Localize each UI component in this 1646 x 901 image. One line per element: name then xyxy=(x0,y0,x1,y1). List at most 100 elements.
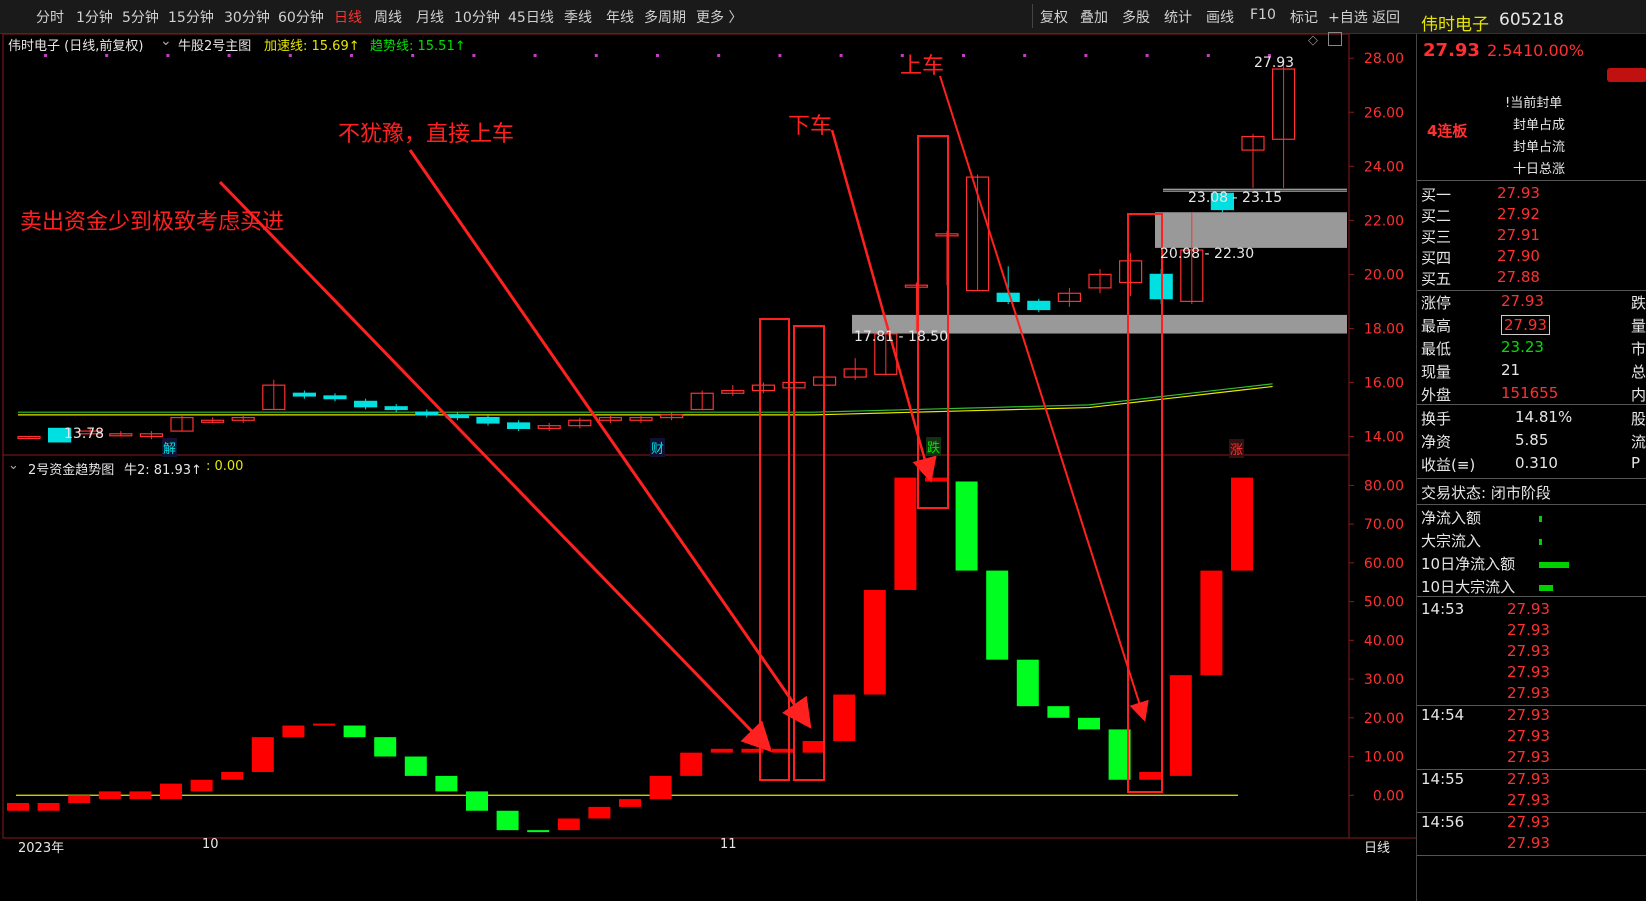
zone-label-low: 17.81 - 18.50 xyxy=(854,329,949,345)
fund-bar xyxy=(98,791,121,800)
fund-bar xyxy=(1078,717,1100,730)
tick-time-0: 14:53 xyxy=(1421,600,1465,618)
fund-bar xyxy=(557,818,580,831)
bid-price-4: 27.88 xyxy=(1497,268,1540,286)
fund-bar xyxy=(282,725,305,738)
fund-bar xyxy=(863,589,886,695)
toolbar-tab-7[interactable]: 周线 xyxy=(374,7,402,27)
signal-dot xyxy=(656,54,659,57)
stat2-label-0: 换手 xyxy=(1421,410,1452,428)
stat2-value-1: 5.85 xyxy=(1515,431,1549,449)
flow-label-2: 10日净流入额 xyxy=(1421,555,1516,573)
toolbar-tab-14[interactable]: 更多 〉 xyxy=(696,7,742,27)
fund-bar xyxy=(1200,570,1223,676)
toolbar-tab-6[interactable]: 日线 xyxy=(334,7,362,27)
toolbar-tab-2[interactable]: 5分钟 xyxy=(122,7,159,27)
toolbar-tab-13[interactable]: 多周期 xyxy=(644,7,686,27)
signal-dot xyxy=(778,54,782,57)
fund-bar xyxy=(496,810,519,831)
stat2-label-1: 净资 xyxy=(1421,433,1452,451)
toolbar-button-3[interactable]: 统计 xyxy=(1164,7,1192,27)
indicator-name[interactable]: 牛股2号主图 xyxy=(178,35,251,54)
fund-bar xyxy=(404,756,427,776)
fund-bar xyxy=(190,779,213,792)
signal-dot xyxy=(105,54,109,57)
sub-chart-title[interactable]: 2号资金趋势图 xyxy=(28,459,114,478)
close-icon[interactable] xyxy=(1328,32,1342,46)
toolbar-button-8[interactable]: 返回 xyxy=(1372,7,1400,27)
toolbar-button-1[interactable]: 叠加 xyxy=(1080,7,1108,27)
signal-dot xyxy=(166,54,170,57)
zone-label-upper: 23.08 - 23.15 xyxy=(1188,190,1283,206)
signal-dot xyxy=(1023,54,1027,57)
signal-dot xyxy=(533,54,537,57)
bid-price-1: 27.92 xyxy=(1497,205,1540,223)
diamond-icon[interactable]: ◇ xyxy=(1308,33,1318,48)
flow-bar-1 xyxy=(1539,539,1542,545)
bid-price-0: 27.93 xyxy=(1497,184,1540,202)
fund-bar xyxy=(710,748,733,753)
fund-bar xyxy=(1231,477,1253,571)
fund-bar xyxy=(1016,659,1039,707)
toolbar-tab-9[interactable]: 10分钟 xyxy=(454,7,500,27)
stat-value-1: 27.93 xyxy=(1501,315,1550,335)
toolbar-tab-5[interactable]: 60分钟 xyxy=(278,7,324,27)
marker-cai[interactable]: 财 xyxy=(650,438,666,457)
toolbar-tab-4[interactable]: 30分钟 xyxy=(224,7,270,27)
sub-chart-chevron-icon[interactable]: ⌄ xyxy=(8,458,19,473)
toolbar-button-0[interactable]: 复权 xyxy=(1040,7,1068,27)
fund-tick-label: 20.00 xyxy=(1364,711,1404,727)
toolbar-tab-8[interactable]: 月线 xyxy=(416,7,444,27)
divider-stats xyxy=(1417,404,1646,405)
fund-bar xyxy=(1047,706,1070,718)
toolbar-tab-0[interactable]: 分时 xyxy=(36,7,64,27)
fund-bar xyxy=(802,741,825,753)
toolbar-button-7[interactable]: +自选 xyxy=(1328,7,1368,27)
fund-tick-label: 0.00 xyxy=(1373,788,1404,804)
signal-dot xyxy=(594,54,598,57)
price-tick-label: 18.00 xyxy=(1364,321,1404,337)
expand-button[interactable] xyxy=(1607,68,1646,82)
stat-extra-3: 总 xyxy=(1631,363,1646,381)
toolbar-tab-12[interactable]: 年线 xyxy=(606,7,634,27)
stat-label-1: 最高 xyxy=(1421,317,1452,335)
chart-frame xyxy=(2,34,1350,839)
toolbar-button-5[interactable]: F10 xyxy=(1250,7,1276,23)
price-candle xyxy=(323,395,347,400)
toolbar-tab-3[interactable]: 15分钟 xyxy=(168,7,214,27)
stat-label-4: 外盘 xyxy=(1421,386,1452,404)
annotation-get-off: 下车 xyxy=(788,114,833,139)
stat-label-2: 最低 xyxy=(1421,340,1452,358)
stat2-value-2: 0.310 xyxy=(1515,454,1558,472)
seal-label-3: 十日总涨 xyxy=(1513,162,1566,177)
price-tick-label: 28.00 xyxy=(1364,51,1404,67)
marker-zhang[interactable]: 涨 xyxy=(1229,439,1245,458)
seal-label-1: 封单占成 xyxy=(1513,118,1566,133)
x-axis-label-year: 2023年 xyxy=(18,841,65,856)
price-candle xyxy=(476,416,500,424)
stat-value-3: 21 xyxy=(1501,361,1521,379)
marker-jie[interactable]: 解 xyxy=(162,438,178,457)
signal-dot xyxy=(411,54,415,57)
signal-dot xyxy=(472,54,476,57)
accel-line-label: 加速线: 15.69↑ xyxy=(264,39,360,54)
chevron-down-icon[interactable]: ⌄ xyxy=(160,33,172,49)
x-axis-label-oct: 10 xyxy=(202,837,219,852)
marker-die[interactable]: 跌 xyxy=(926,437,942,456)
fund-bar xyxy=(833,694,856,742)
flow-bar-3 xyxy=(1539,585,1553,591)
fund-bar xyxy=(37,803,60,811)
toolbar-tab-10[interactable]: 45日线 xyxy=(508,7,554,27)
stat-value-2: 23.23 xyxy=(1501,338,1544,356)
bid-label-2: 买三 xyxy=(1421,228,1452,246)
toolbar-tab-11[interactable]: 季线 xyxy=(564,7,592,27)
toolbar-button-4[interactable]: 画线 xyxy=(1206,7,1234,27)
stat2-label-2: 收益(≡) xyxy=(1421,456,1476,474)
fund-bar xyxy=(955,481,978,571)
signal-dot xyxy=(1084,54,1088,57)
period-label[interactable]: 日线 xyxy=(1364,837,1390,856)
toolbar-button-6[interactable]: 标记 xyxy=(1290,7,1318,27)
toolbar-button-2[interactable]: 多股 xyxy=(1122,7,1150,27)
toolbar-tab-1[interactable]: 1分钟 xyxy=(76,7,113,27)
price-tick-label: 20.00 xyxy=(1364,267,1404,283)
